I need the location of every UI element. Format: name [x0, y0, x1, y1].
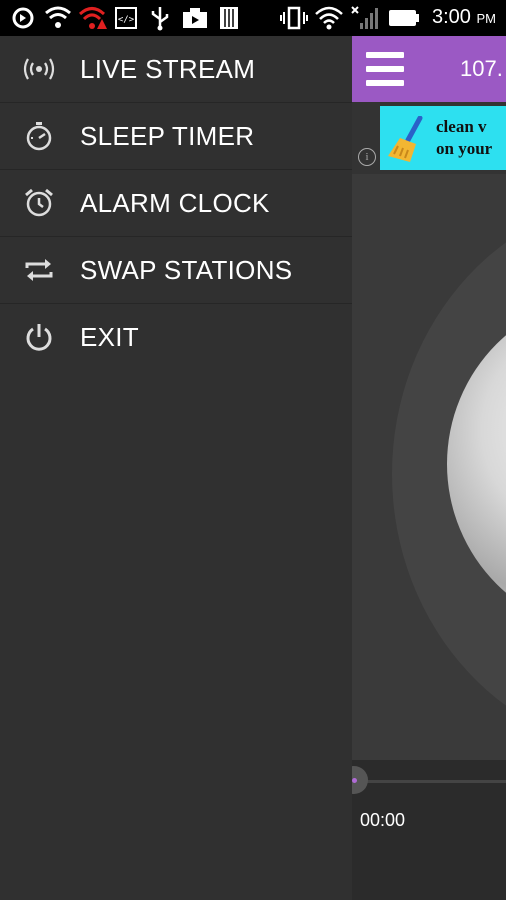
navigation-drawer: LIVE STREAM SLEEP TIMER ALARM CLOCK SWAP…: [0, 36, 352, 900]
power-icon: [22, 320, 56, 354]
sim-icon: [218, 5, 240, 31]
album-art: [352, 174, 506, 760]
seek-area: 00:00: [352, 760, 506, 900]
elapsed-time: 00:00: [360, 810, 406, 830]
clock: 3:00 PM: [432, 6, 496, 28]
menu-item-swap-stations[interactable]: SWAP STATIONS: [0, 237, 352, 304]
svg-text:</>: </>: [118, 15, 135, 25]
wifi-icon: [314, 5, 344, 31]
menu-item-label: ALARM CLOCK: [80, 188, 270, 218]
ad-info-icon[interactable]: i: [358, 148, 376, 166]
app-bar: 107.: [352, 36, 506, 102]
sync-icon: [10, 5, 36, 31]
menu-item-alarm-clock[interactable]: ALARM CLOCK: [0, 170, 352, 237]
broadcast-icon: [22, 52, 56, 86]
station-title: 107.: [460, 56, 503, 81]
seek-progress: [352, 778, 357, 783]
wifi-alert-icon: [78, 5, 108, 31]
broom-icon: [386, 115, 430, 169]
swap-icon: [22, 253, 56, 287]
ad-text: clean v on your: [436, 117, 493, 158]
shield-wifi-icon: [44, 5, 72, 31]
menu-item-label: EXIT: [80, 322, 139, 352]
alarm-clock-icon: [22, 186, 56, 220]
stopwatch-icon: [22, 119, 56, 153]
status-bar: </> 3:00 PM: [0, 0, 506, 36]
menu-item-label: LIVE STREAM: [80, 54, 256, 84]
seek-bar[interactable]: [352, 780, 506, 783]
signal-icon: [350, 5, 380, 31]
menu-item-exit[interactable]: EXIT: [0, 304, 352, 371]
ad-creative[interactable]: clean v on your: [380, 106, 506, 170]
battery-icon: [388, 5, 420, 31]
menu-item-label: SLEEP TIMER: [80, 121, 255, 151]
usb-icon: [148, 5, 172, 31]
camera-icon: [182, 5, 208, 31]
app-main: 107. clean v on your i 00:00: [352, 36, 506, 900]
menu-item-sleep-timer[interactable]: SLEEP TIMER: [0, 103, 352, 170]
menu-item-label: SWAP STATIONS: [80, 255, 293, 285]
menu-item-live-stream[interactable]: LIVE STREAM: [0, 36, 352, 103]
ad-banner: clean v on your i: [352, 102, 506, 174]
menu-icon[interactable]: [366, 52, 404, 86]
vibrate-icon: [280, 5, 308, 31]
code-icon: </>: [114, 5, 138, 31]
